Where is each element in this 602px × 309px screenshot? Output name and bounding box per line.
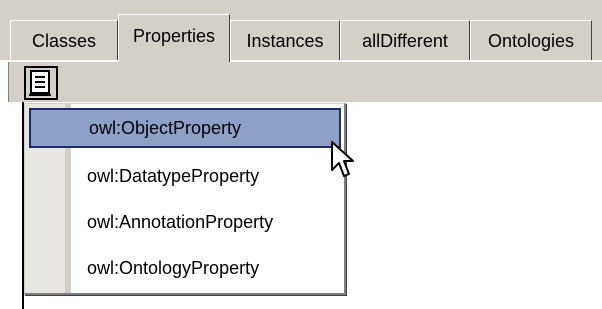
tab-divider [0, 60, 602, 62]
list-icon [29, 70, 51, 96]
tab-label: Classes [31, 30, 97, 51]
menu-item-label: owl:OntologyProperty [87, 257, 260, 278]
menu-item-annotation-property[interactable]: owl:AnnotationProperty [29, 202, 339, 242]
tab-alldifferent[interactable]: allDifferent [340, 20, 470, 60]
mouse-cursor-icon [331, 141, 354, 177]
menu-item-label: owl:DatatypeProperty [87, 165, 260, 186]
menu-item-label: owl:ObjectProperty [89, 117, 242, 138]
menu-item-datatype-property[interactable]: owl:DatatypeProperty [29, 156, 339, 196]
tab-instances[interactable]: Instances [230, 20, 340, 60]
tab-properties[interactable]: Properties [118, 14, 230, 62]
menu-item-ontology-property[interactable]: owl:OntologyProperty [29, 248, 339, 288]
tab-label: allDifferent [362, 30, 448, 51]
window: Classes Properties Instances allDifferen… [0, 0, 602, 309]
tab-strip: Classes Properties Instances allDifferen… [0, 0, 602, 62]
tab-label: Instances [246, 30, 324, 51]
menu-item-label: owl:AnnotationProperty [87, 211, 274, 232]
property-type-menu: owl:ObjectProperty owl:DatatypeProperty … [24, 103, 346, 295]
add-property-button[interactable] [24, 66, 58, 100]
menu-item-object-property[interactable]: owl:ObjectProperty [29, 108, 341, 148]
tab-ontologies[interactable]: Ontologies [470, 20, 592, 60]
tab-classes[interactable]: Classes [10, 20, 118, 60]
toolbar [8, 62, 602, 102]
tab-label: Properties [132, 25, 216, 46]
tab-label: Ontologies [487, 30, 575, 51]
